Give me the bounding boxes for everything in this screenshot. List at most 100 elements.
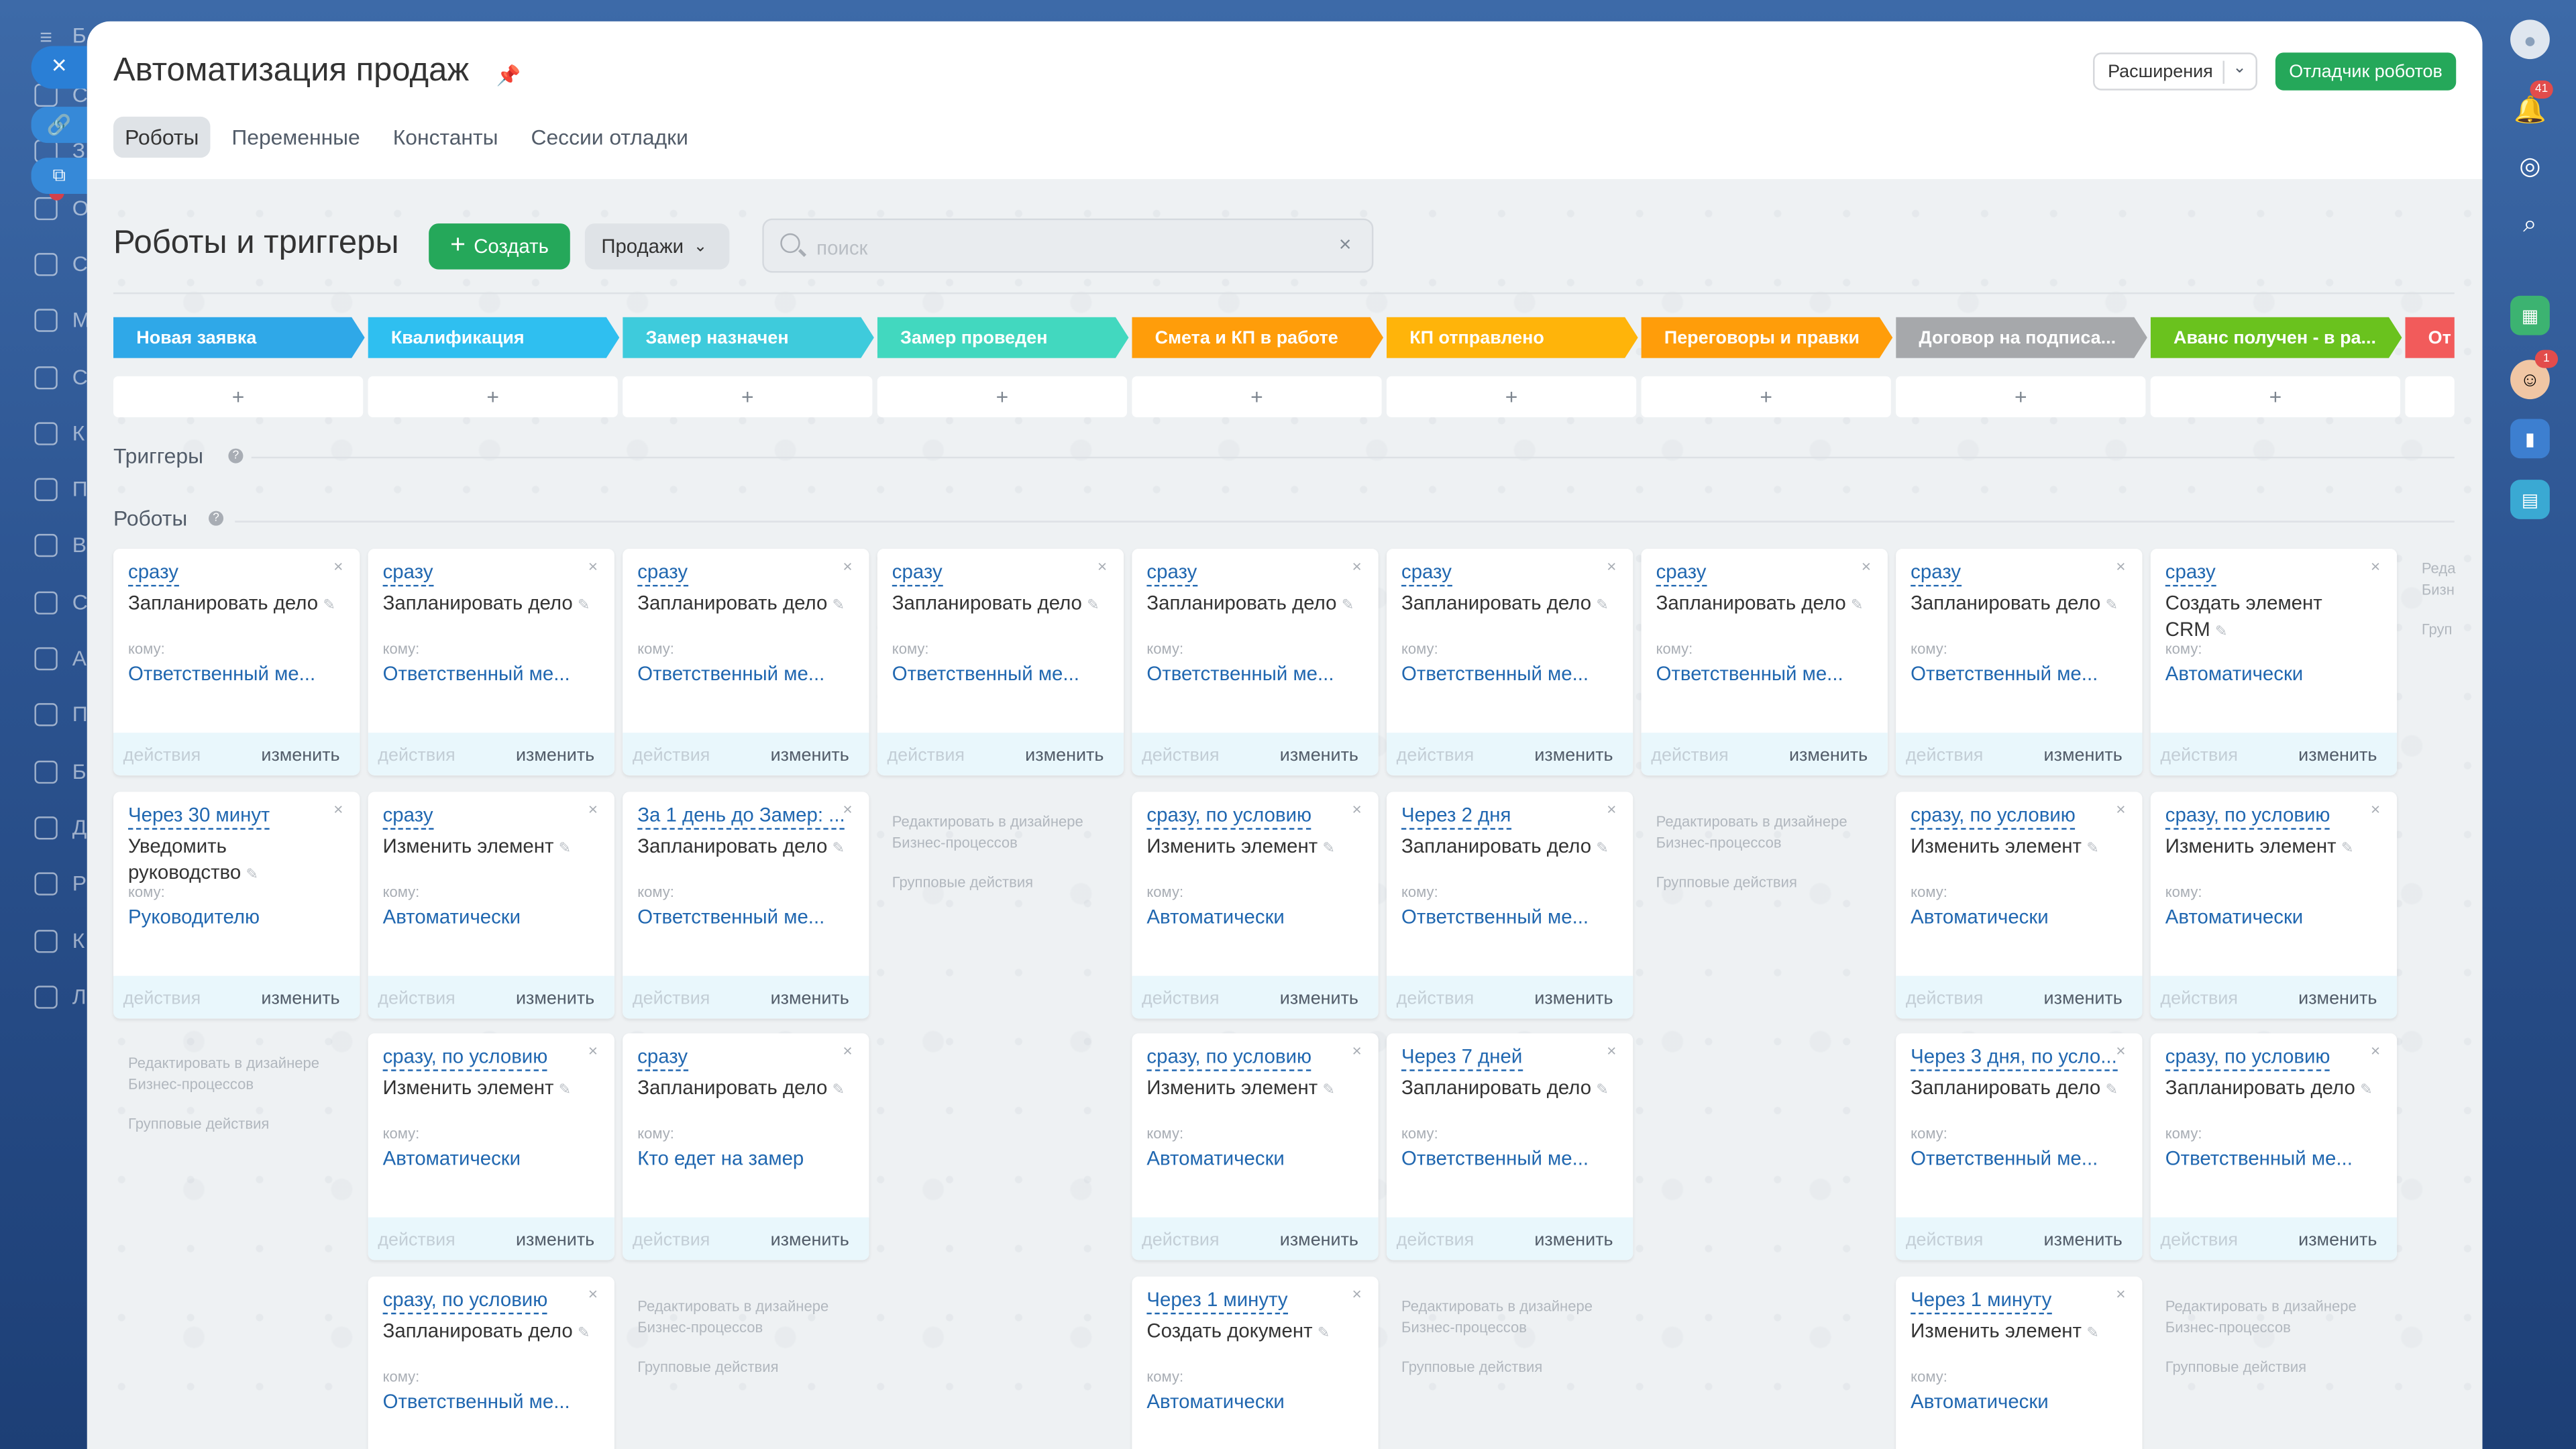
actions-link[interactable]: действия xyxy=(123,988,201,1008)
group-actions-link[interactable]: Групповые действия xyxy=(1656,871,1878,893)
robot-condition-link[interactable]: сразу, по условию xyxy=(2165,1045,2330,1071)
change-link[interactable]: изменить xyxy=(2298,1230,2377,1250)
change-link[interactable]: изменить xyxy=(2298,988,2377,1008)
add-trigger-button[interactable] xyxy=(2405,376,2455,418)
change-link[interactable]: изменить xyxy=(1280,746,1358,765)
change-link[interactable]: изменить xyxy=(2044,1230,2123,1250)
change-link[interactable]: изменить xyxy=(516,988,594,1008)
group-actions-link[interactable]: Групповые действия xyxy=(128,1114,350,1135)
recipient-link[interactable]: Ответственный ме... xyxy=(1656,662,1878,685)
help-icon[interactable]: ? xyxy=(209,511,224,526)
recipient-link[interactable]: Ответственный ме... xyxy=(1911,662,2133,685)
sidebar-item[interactable]: С xyxy=(30,248,88,281)
change-link[interactable]: изменить xyxy=(771,1230,849,1250)
robot-card[interactable]: сразу × Запланировать дело ✎ кому: Ответствен… xyxy=(1132,548,1379,775)
robot-card[interactable]: сразу × Создать элемент CRM ✎ кому: Автоматич… xyxy=(2150,548,2398,775)
pulse-button[interactable]: ◎ xyxy=(2510,146,2550,186)
recipient-link[interactable]: Ответственный ме... xyxy=(128,662,350,685)
recipient-link[interactable]: Автоматически xyxy=(1911,1389,2133,1412)
sidebar-item[interactable]: Л xyxy=(30,981,87,1014)
delete-robot-icon[interactable]: × xyxy=(2371,559,2380,577)
delete-robot-icon[interactable]: × xyxy=(1607,1043,1616,1061)
recipient-link[interactable]: Автоматически xyxy=(2165,904,2387,927)
robot-card[interactable]: сразу × Запланировать дело ✎ кому: Ответствен… xyxy=(1896,548,2143,775)
edit-icon[interactable]: ✎ xyxy=(2106,1081,2118,1097)
edit-icon[interactable]: ✎ xyxy=(2086,1324,2098,1340)
robot-card[interactable]: сразу × Изменить элемент ✎ кому: Автоматическ… xyxy=(368,791,614,1018)
recipient-link[interactable]: Ответственный ме... xyxy=(1146,662,1368,685)
actions-link[interactable]: действия xyxy=(1142,988,1220,1008)
robot-card[interactable]: сразу × Запланировать дело ✎ кому: Кто едет н… xyxy=(623,1033,869,1260)
add-trigger-button[interactable]: + xyxy=(1896,376,2146,418)
recipient-link[interactable]: Автоматически xyxy=(2165,662,2387,685)
actions-link[interactable]: действия xyxy=(633,988,710,1008)
delete-robot-icon[interactable]: × xyxy=(843,801,852,819)
edit-icon[interactable]: ✎ xyxy=(578,596,590,612)
robot-card[interactable]: Через 1 минуту × Изменить элемент ✎ кому: Авт… xyxy=(1896,1275,2143,1449)
add-trigger-button[interactable]: + xyxy=(1132,376,1382,418)
delete-robot-icon[interactable]: × xyxy=(1352,1285,1362,1303)
add-trigger-button[interactable]: + xyxy=(623,376,873,418)
tab-debug-sessions[interactable]: Сессии отладки xyxy=(519,117,700,158)
change-link[interactable]: изменить xyxy=(1534,1230,1613,1250)
delete-robot-icon[interactable]: × xyxy=(1862,559,1871,577)
sidebar-item[interactable]: П xyxy=(30,474,88,506)
group-actions-link[interactable]: Групповые действия xyxy=(2165,1356,2387,1378)
delete-robot-icon[interactable]: × xyxy=(2371,801,2380,819)
add-trigger-button[interactable]: + xyxy=(368,376,618,418)
robot-card[interactable]: Через 7 дней × Запланировать дело ✎ кому: Отв… xyxy=(1386,1033,1633,1260)
edit-icon[interactable]: ✎ xyxy=(833,596,845,612)
app-button[interactable]: ▦ xyxy=(2510,295,2550,335)
delete-robot-icon[interactable]: × xyxy=(588,1043,598,1061)
open-new-window-button[interactable]: ⧉ xyxy=(31,158,87,194)
search-button[interactable]: ⌕ xyxy=(2510,204,2550,244)
recipient-link[interactable]: Автоматически xyxy=(383,1146,605,1169)
copy-link-button[interactable]: 🔗 xyxy=(31,107,87,144)
robot-card[interactable]: сразу × Запланировать дело ✎ кому: Ответствен… xyxy=(877,548,1124,775)
change-link[interactable]: изменить xyxy=(261,988,339,1008)
change-link[interactable]: изменить xyxy=(2298,746,2377,765)
robot-debugger-button[interactable]: Отладчик роботов xyxy=(2275,52,2457,91)
sidebar-item[interactable]: В xyxy=(30,530,87,563)
recipient-link[interactable]: Автоматически xyxy=(1911,904,2133,927)
edit-icon[interactable]: ✎ xyxy=(246,865,258,881)
edit-icon[interactable]: ✎ xyxy=(833,839,845,855)
edit-icon[interactable]: ✎ xyxy=(1342,596,1354,612)
sidebar-item[interactable]: С xyxy=(30,586,88,619)
add-trigger-button[interactable]: + xyxy=(2150,376,2400,418)
sidebar-item[interactable]: Д xyxy=(30,812,87,845)
delete-robot-icon[interactable]: × xyxy=(1607,559,1616,577)
pin-icon[interactable]: 📌 xyxy=(496,64,521,87)
robot-condition-link[interactable]: сразу xyxy=(637,1045,688,1071)
clear-search-icon[interactable]: × xyxy=(1339,231,1352,256)
edit-icon[interactable]: ✎ xyxy=(1851,596,1863,612)
robot-card[interactable]: сразу, по условию × Изменить элемент ✎ кому:… xyxy=(1132,791,1379,1018)
add-trigger-button[interactable]: + xyxy=(1386,376,1637,418)
sidebar-item[interactable]: О1 xyxy=(30,184,89,225)
actions-link[interactable]: действия xyxy=(2160,746,2238,765)
actions-link[interactable]: действия xyxy=(378,1230,455,1250)
robot-card[interactable]: Через 1 минуту × Создать документ ✎ кому: Авт… xyxy=(1132,1275,1379,1449)
edit-in-designer-link[interactable]: Редактировать в дизайнере Бизнес-процесс… xyxy=(1401,1295,1623,1338)
robot-card[interactable]: сразу × Запланировать дело ✎ кому: Ответствен… xyxy=(113,548,360,775)
actions-link[interactable]: действия xyxy=(1142,1230,1220,1250)
delete-robot-icon[interactable]: × xyxy=(1352,559,1362,577)
actions-link[interactable]: действия xyxy=(633,746,710,765)
recipient-link[interactable]: Кто едет на замер xyxy=(637,1146,859,1169)
actions-link[interactable]: действия xyxy=(2160,1230,2238,1250)
robot-condition-link[interactable]: сразу, по условию xyxy=(382,1287,548,1313)
delete-robot-icon[interactable]: × xyxy=(333,559,343,577)
delete-robot-icon[interactable]: × xyxy=(2116,1043,2125,1061)
change-link[interactable]: изменить xyxy=(516,746,594,765)
edit-in-designer-link[interactable]: Редактировать в дизайнере Бизнес-процесс… xyxy=(1656,811,1878,854)
recipient-link[interactable]: Ответственный ме... xyxy=(383,662,605,685)
robot-condition-link[interactable]: сразу xyxy=(1401,560,1452,587)
bookmark-button[interactable]: ▮ xyxy=(2510,419,2550,459)
edit-icon[interactable]: ✎ xyxy=(1087,596,1099,612)
robot-card[interactable]: сразу, по условию × Изменить элемент ✎ кому:… xyxy=(368,1033,614,1260)
change-link[interactable]: изменить xyxy=(1025,746,1104,765)
actions-link[interactable]: действия xyxy=(1906,1230,1984,1250)
recipient-link[interactable]: Ответственный ме... xyxy=(1401,1146,1623,1169)
close-slider-button[interactable]: × xyxy=(31,46,87,89)
delete-robot-icon[interactable]: × xyxy=(588,801,598,819)
